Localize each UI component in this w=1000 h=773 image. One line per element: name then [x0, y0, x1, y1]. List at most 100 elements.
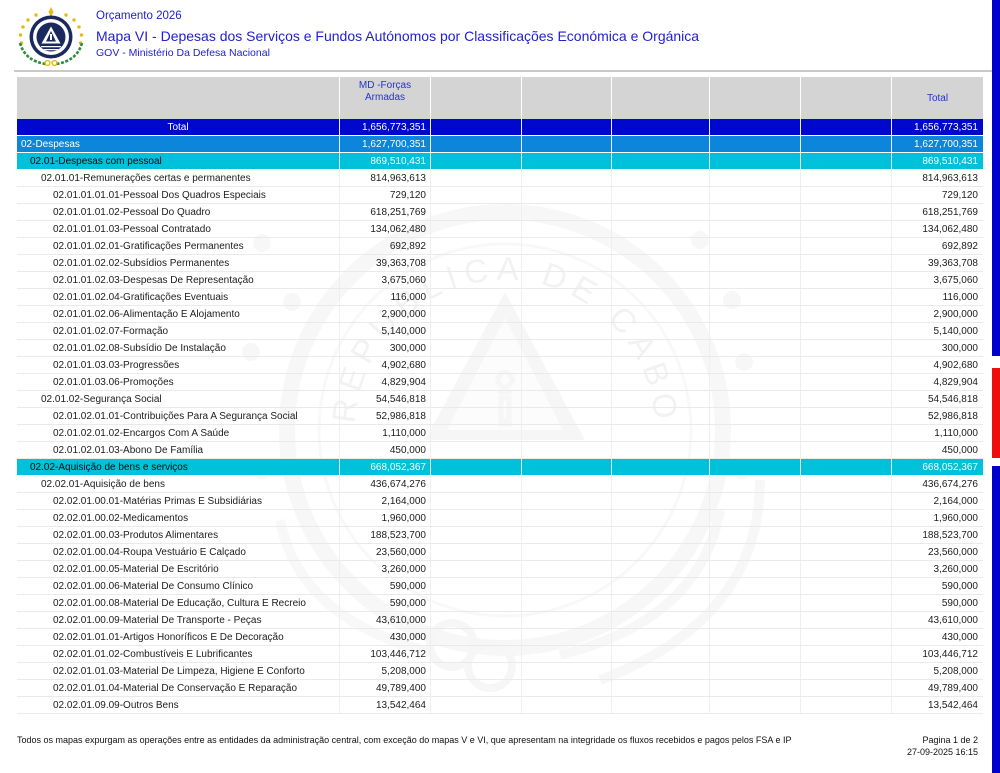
cell-md-forcas-armadas: 590,000	[340, 578, 431, 594]
table-row: 02.01.01.02.02-Subsídios Permanentes 39,3…	[17, 255, 983, 272]
budget-table: MD -Forças Armadas Total Total 1,656,773,…	[17, 77, 983, 714]
cell-empty	[431, 442, 522, 458]
cell-empty	[710, 221, 801, 237]
entity-name: GOV - Ministério Da Defesa Nacional	[96, 47, 270, 59]
cell-empty	[431, 187, 522, 203]
cell-empty	[431, 170, 522, 186]
cell-empty	[431, 340, 522, 356]
cell-empty	[431, 663, 522, 679]
cell-total: 13,542,464	[927, 699, 978, 711]
header-cell-empty	[612, 77, 710, 119]
row-label: 02.02.01.01.01-Artigos Honoríficos E De …	[17, 629, 340, 645]
table-row: 02.02-Aquisição de bens e serviços 668,05…	[17, 459, 983, 476]
cell-empty	[801, 612, 892, 628]
table-row: 02.01-Despesas com pessoal 869,510,431 869…	[17, 153, 983, 170]
cell-md-forcas-armadas: 1,656,773,351	[340, 119, 431, 135]
cell-empty	[431, 391, 522, 407]
cell-empty	[612, 289, 710, 305]
cell-md-forcas-armadas: 1,110,000	[340, 425, 431, 441]
cell-empty	[522, 697, 612, 713]
cell-total: 436,674,276	[922, 478, 978, 490]
cell-empty	[522, 561, 612, 577]
cell-empty	[801, 323, 892, 339]
cell-empty	[522, 323, 612, 339]
cell-empty	[522, 272, 612, 288]
cell-empty	[431, 119, 522, 135]
footer-page-info: Pagina 1 de 2 27-09-2025 16:15	[907, 735, 978, 758]
cell-empty	[710, 595, 801, 611]
cell-empty	[431, 255, 522, 271]
cell-total: 3,675,060	[933, 274, 979, 286]
cell-total: 1,656,773,351	[914, 121, 978, 133]
cell-empty	[522, 629, 612, 645]
cell-empty	[612, 221, 710, 237]
cell-empty	[522, 442, 612, 458]
cell-total: 300,000	[941, 342, 978, 354]
row-label: 02.01.01.01.01-Pessoal Dos Quadros Espec…	[17, 187, 340, 203]
cell-empty	[612, 340, 710, 356]
cell-empty	[612, 612, 710, 628]
cell-md-forcas-armadas: 4,902,680	[340, 357, 431, 373]
row-label: 02.02-Aquisição de bens e serviços	[17, 459, 340, 475]
cell-empty	[431, 646, 522, 662]
cell-md-forcas-armadas: 52,986,818	[340, 408, 431, 424]
table-body: Total 1,656,773,351 1,656,773,351 02-Despes…	[17, 119, 983, 714]
page-edge-stripe-blue-bottom	[992, 466, 1000, 773]
cell-empty	[431, 680, 522, 696]
cell-total: 430,000	[941, 631, 978, 643]
row-label: 02.01.01.02.02-Subsídios Permanentes	[17, 255, 340, 271]
cell-md-forcas-armadas: 436,674,276	[340, 476, 431, 492]
cell-md-forcas-armadas: 869,510,431	[340, 153, 431, 169]
cell-empty	[522, 289, 612, 305]
cell-empty	[710, 374, 801, 390]
cell-empty	[612, 442, 710, 458]
cell-empty	[612, 646, 710, 662]
table-row: 02.02.01.01.04-Material De Conservação E…	[17, 680, 983, 697]
cell-empty	[801, 289, 892, 305]
cell-total: 1,627,700,351	[914, 138, 978, 150]
cell-empty	[612, 323, 710, 339]
cell-md-forcas-armadas: 729,120	[340, 187, 431, 203]
cell-empty	[710, 476, 801, 492]
table-row: 02.01.01.02.03-Despesas De Representação…	[17, 272, 983, 289]
cell-empty	[431, 527, 522, 543]
cell-md-forcas-armadas: 116,000	[340, 289, 431, 305]
cell-empty	[710, 255, 801, 271]
cell-empty	[431, 697, 522, 713]
cell-empty	[710, 323, 801, 339]
cell-empty	[801, 680, 892, 696]
cell-empty	[522, 527, 612, 543]
row-label: 02.01.01.01.02-Pessoal Do Quadro	[17, 204, 340, 220]
cell-empty	[710, 289, 801, 305]
cell-md-forcas-armadas: 5,140,000	[340, 323, 431, 339]
table-row: 02.02.01.00.02-Medicamentos 1,960,000 1,96…	[17, 510, 983, 527]
cell-empty	[801, 255, 892, 271]
cell-md-forcas-armadas: 49,789,400	[340, 680, 431, 696]
cell-md-forcas-armadas: 692,892	[340, 238, 431, 254]
cell-md-forcas-armadas: 4,829,904	[340, 374, 431, 390]
cell-empty	[431, 204, 522, 220]
cell-empty	[801, 357, 892, 373]
cell-total: 450,000	[941, 444, 978, 456]
cell-empty	[612, 408, 710, 424]
table-row: 02.01.02.01.02-Encargos Com A Saúde 1,110…	[17, 425, 983, 442]
cell-empty	[801, 663, 892, 679]
cell-empty	[801, 544, 892, 560]
row-label: 02.02.01.00.09-Material De Transporte - …	[17, 612, 340, 628]
cell-empty	[612, 170, 710, 186]
cell-empty	[612, 374, 710, 390]
cell-md-forcas-armadas: 2,164,000	[340, 493, 431, 509]
cell-empty	[522, 357, 612, 373]
table-row: 02.02.01.00.08-Material De Educação, Cul…	[17, 595, 983, 612]
cell-md-forcas-armadas: 430,000	[340, 629, 431, 645]
cell-empty	[612, 680, 710, 696]
cell-md-forcas-armadas: 134,062,480	[340, 221, 431, 237]
cell-md-forcas-armadas: 13,542,464	[340, 697, 431, 713]
cell-empty	[801, 561, 892, 577]
cell-empty	[431, 289, 522, 305]
table-row: 02.01.02-Segurança Social 54,546,818 54,54…	[17, 391, 983, 408]
table-row: 02.01.01.02.07-Formação 5,140,000 5,140,00…	[17, 323, 983, 340]
table-row: 02.01.01.02.06-Alimentação E Alojamento 2…	[17, 306, 983, 323]
cell-empty	[710, 357, 801, 373]
cell-empty	[522, 476, 612, 492]
